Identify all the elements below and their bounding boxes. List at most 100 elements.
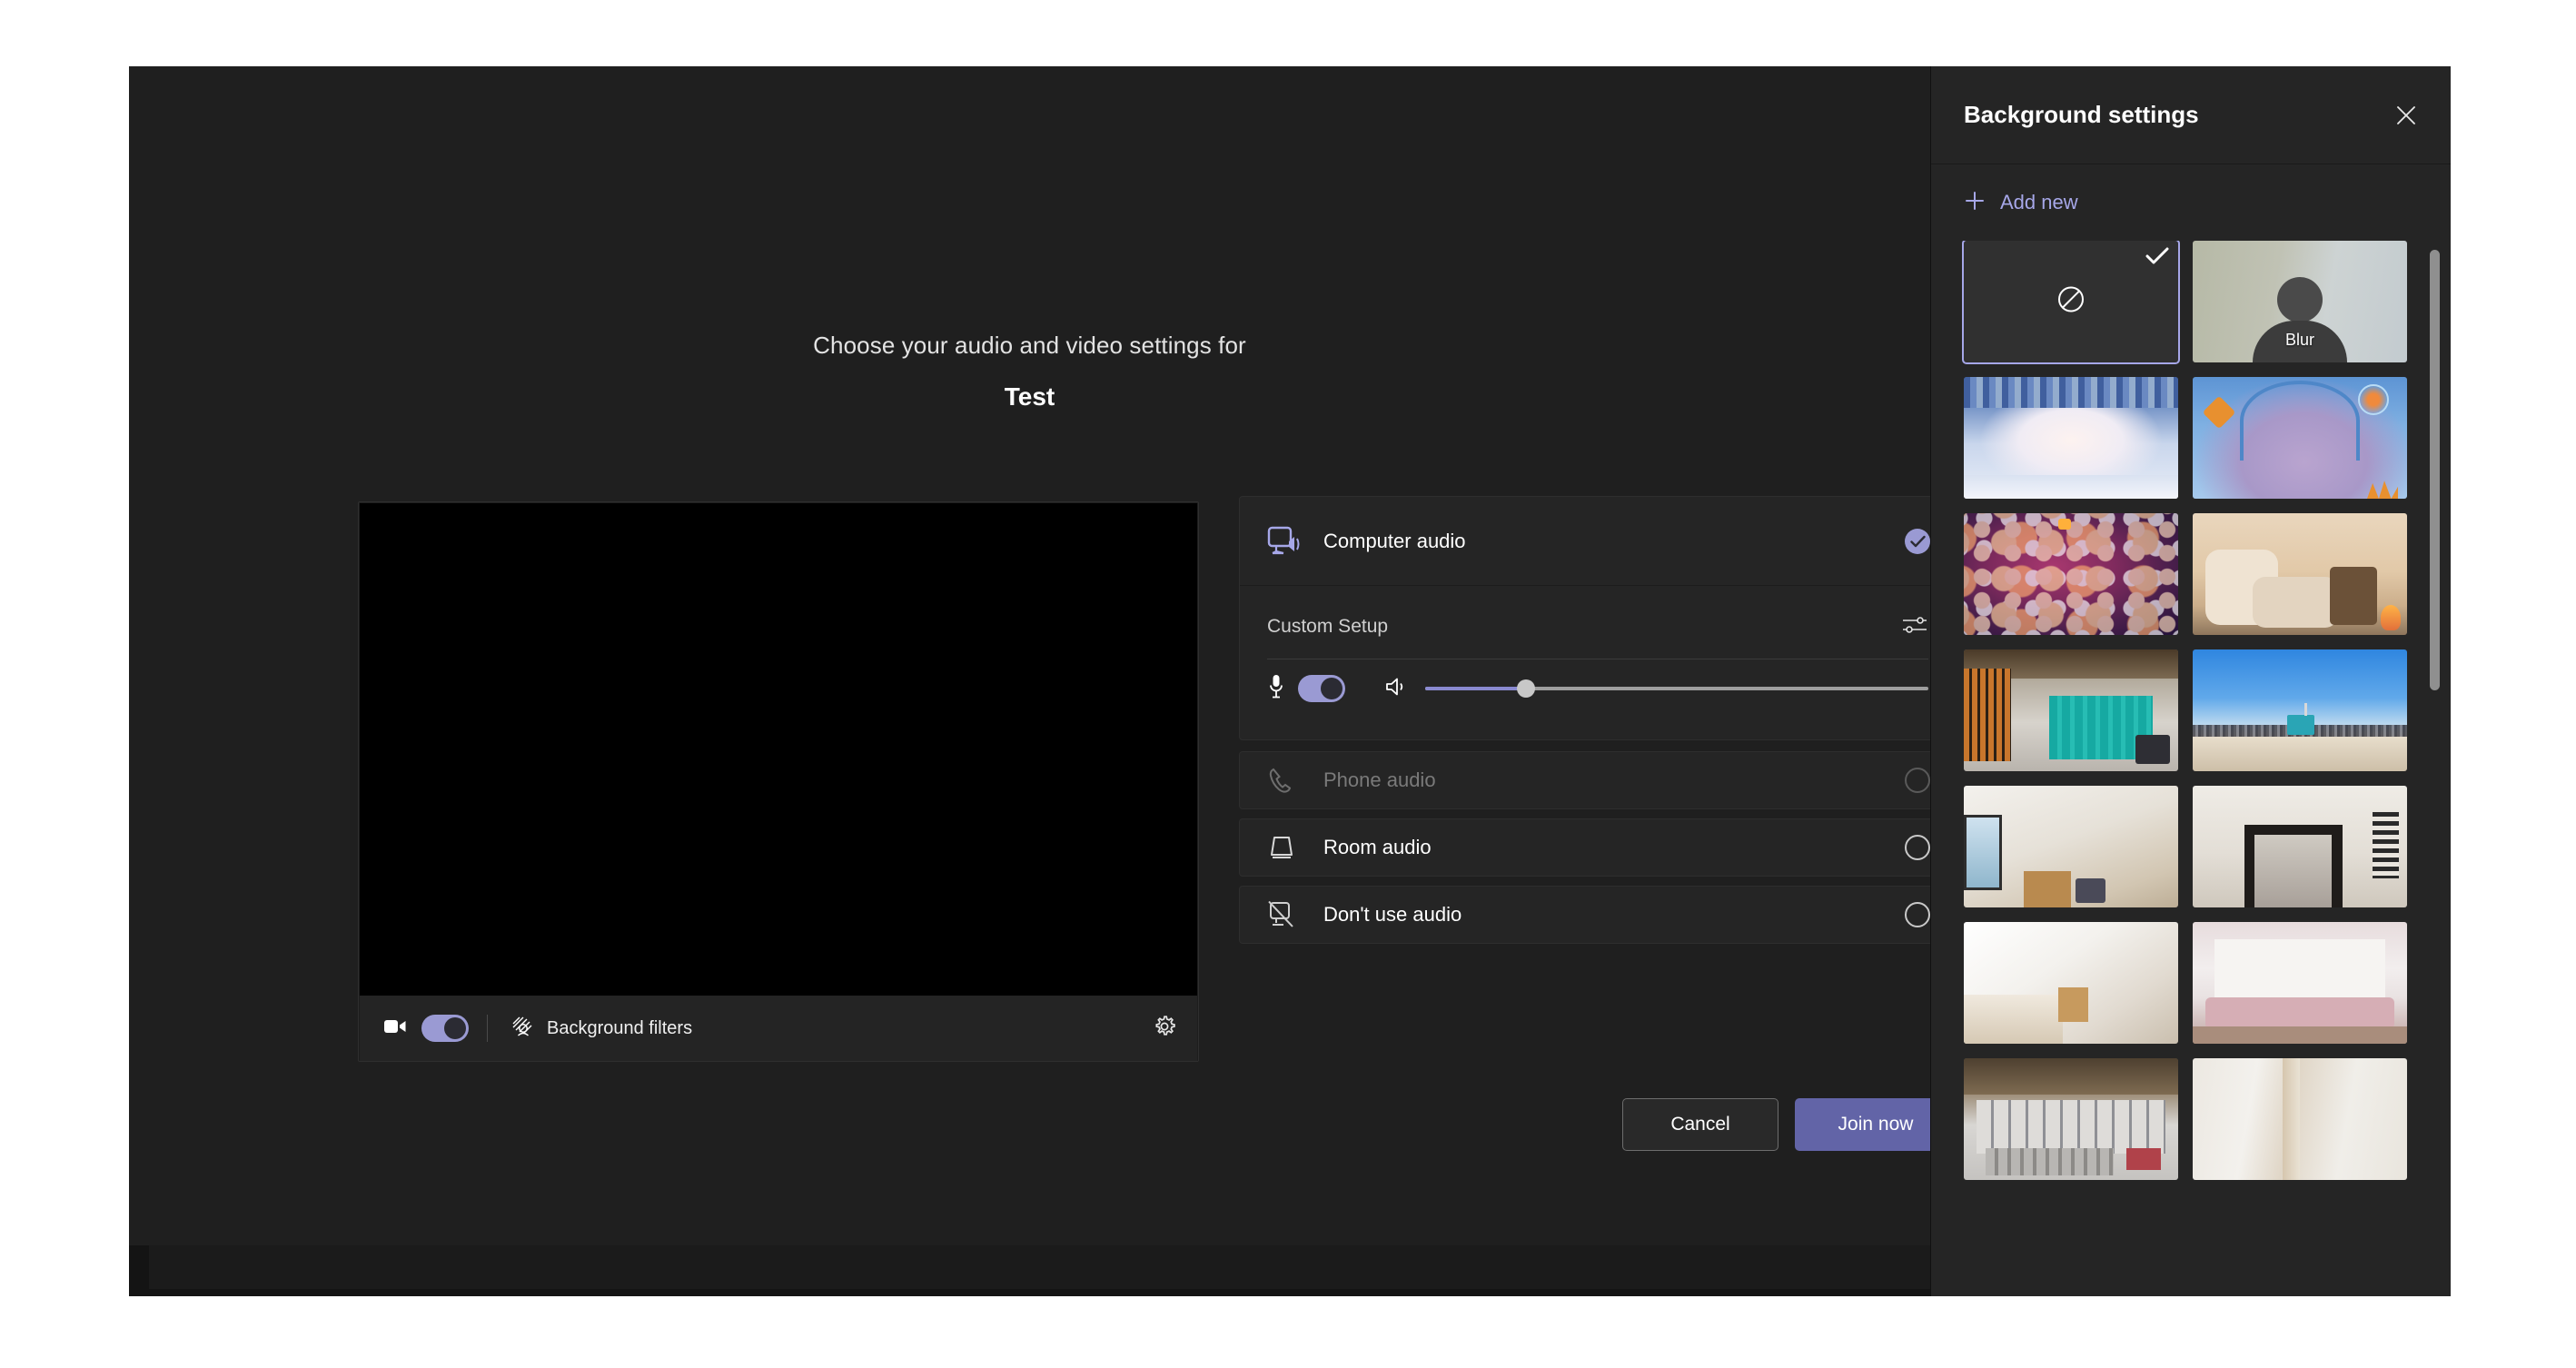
beach-lifeguard-tower (2286, 715, 2314, 736)
confetti-specks (1964, 513, 2178, 635)
cave-floor (1964, 475, 2178, 499)
background-thumb-plain-wall[interactable] (2193, 1058, 2407, 1180)
video-preview-card: Background filters (358, 501, 1199, 1062)
audio-option-label: Phone audio (1323, 768, 1436, 791)
beach-flag-pole (2304, 702, 2307, 716)
background-thumb-pink-lounge[interactable] (2193, 922, 2407, 1044)
room-speaker-icon (1267, 835, 1309, 860)
audio-card-dont-use-audio: Don't use audio (1239, 886, 1957, 944)
background-thumb-blur[interactable]: Blur (2193, 241, 2407, 362)
background-thumb-white-room[interactable] (1964, 922, 2178, 1044)
background-filters-icon (511, 1016, 535, 1042)
sofa-side-table (2330, 566, 2377, 626)
computer-audio-selected-indicator[interactable] (1905, 528, 1930, 554)
close-icon[interactable] (2387, 96, 2425, 134)
video-preview-surface (360, 503, 1197, 996)
doorway-shutters (2373, 812, 2399, 878)
doorway-interior (2254, 834, 2333, 907)
teams-prejoin-window: Choose your audio and video settings for… (129, 66, 2451, 1296)
audio-option-computer-audio[interactable]: Computer audio (1240, 497, 1956, 586)
room-window (1964, 815, 2003, 891)
no-audio-device-icon (1267, 900, 1309, 929)
lounge-sofa (2205, 997, 2394, 1029)
background-scrollbar-track[interactable] (2430, 246, 2442, 1291)
thumb-art (2193, 1058, 2407, 1180)
dont-use-audio-radio[interactable] (1905, 902, 1930, 927)
office-window-left (1964, 669, 2011, 762)
meeting-title: Test (1004, 382, 1055, 411)
loft-equipment (1985, 1148, 2115, 1175)
background-settings-header: Background settings (1931, 66, 2451, 164)
audio-option-label: Don't use audio (1323, 903, 1462, 926)
background-settings-panel: Background settings Add new Blur (1930, 66, 2451, 1296)
cave-icicles (1964, 377, 2178, 408)
blur-person-head (2277, 277, 2323, 323)
camera-toggle[interactable] (421, 1015, 469, 1042)
background-thumb-none[interactable] (1962, 241, 2180, 364)
audio-sliders-icon[interactable] (1901, 613, 1928, 641)
prejoin-action-buttons: Cancel Join now (1239, 1098, 1957, 1151)
volume-slider[interactable] (1425, 679, 1928, 698)
add-new-background-button[interactable]: Add new (1931, 164, 2451, 241)
phone-handset-icon (1267, 766, 1309, 795)
no-background-icon (2055, 283, 2087, 321)
arch-shape (2239, 381, 2361, 461)
background-thumb-cozy-sofa[interactable] (2193, 513, 2407, 635)
room-audio-radio[interactable] (1905, 835, 1930, 860)
loft-windows (1977, 1099, 2165, 1154)
background-thumb-doorway[interactable] (2193, 786, 2407, 907)
phone-audio-radio[interactable] (1905, 768, 1930, 793)
audio-card-phone-audio: Phone audio (1239, 751, 1957, 809)
video-controls-bar: Background filters (360, 996, 1197, 1061)
background-settings-title: Background settings (1964, 101, 2199, 128)
background-thumb-bright-room[interactable] (1964, 786, 2178, 907)
background-filters-button[interactable]: Background filters (511, 1016, 692, 1042)
lounge-floor (2193, 1026, 2407, 1044)
background-thumbnail-grid: Blur (1962, 241, 2423, 1180)
background-thumb-label: Blur (2284, 331, 2314, 349)
wall-column (2283, 1058, 2300, 1180)
room-monitor (2075, 877, 2105, 903)
add-new-label: Add new (2000, 191, 2078, 213)
confetti-highlight (2057, 519, 2071, 530)
microphone-toggle-knob (1321, 678, 1342, 699)
camera-toggle-knob (444, 1017, 466, 1039)
background-filters-label: Background filters (547, 1017, 693, 1038)
microphone-icon (1267, 673, 1285, 705)
room-wood-panel (2024, 870, 2071, 907)
audio-option-label: Room audio (1323, 836, 1432, 858)
audio-option-label: Computer audio (1323, 529, 1466, 552)
loft-ceiling (1964, 1058, 2178, 1095)
office-furniture (2135, 734, 2170, 764)
control-divider (487, 1015, 488, 1042)
custom-setup-label: Custom Setup (1267, 616, 1389, 637)
loft-red-object (2126, 1148, 2162, 1171)
check-icon (2145, 246, 2169, 271)
prejoin-bottom-strip (129, 1245, 1930, 1296)
cancel-button[interactable]: Cancel (1622, 1098, 1778, 1151)
lounge-wall (2214, 938, 2386, 1003)
white-room-wood (2057, 987, 2088, 1022)
background-thumb-office-teal[interactable] (1964, 649, 2178, 771)
audio-card-room-audio: Room audio (1239, 818, 1957, 877)
microphone-toggle[interactable] (1298, 675, 1345, 702)
background-thumb-loft-lab[interactable] (1964, 1058, 2178, 1180)
prejoin-main-area: Choose your audio and video settings for… (129, 66, 1957, 1296)
audio-option-room-audio[interactable]: Room audio (1240, 819, 1956, 876)
background-scrollbar-thumb[interactable] (2430, 250, 2440, 690)
volume-slider-thumb[interactable] (1516, 679, 1535, 698)
sofa-cushion-mid (2253, 576, 2339, 628)
computer-audio-group: Computer audio Custom Setup (1239, 496, 1957, 740)
background-thumb-beach-sky[interactable] (2193, 649, 2407, 771)
audio-option-phone-audio[interactable]: Phone audio (1240, 752, 1956, 808)
background-thumb-confetti[interactable] (1964, 513, 2178, 635)
audio-option-dont-use-audio[interactable]: Don't use audio (1240, 887, 1956, 943)
gear-icon[interactable] (1152, 1014, 1177, 1044)
background-thumbnail-scroll-area[interactable]: Blur (1931, 241, 2451, 1296)
prejoin-heading: Choose your audio and video settings for (813, 332, 1246, 359)
prejoin-inner-strip (149, 1245, 1930, 1289)
background-thumb-winter-arch[interactable] (2193, 377, 2407, 499)
plus-icon (1964, 190, 1986, 216)
audio-options-column: Computer audio Custom Setup Phone audio … (1239, 496, 1957, 953)
background-thumb-winter-cave[interactable] (1964, 377, 2178, 499)
